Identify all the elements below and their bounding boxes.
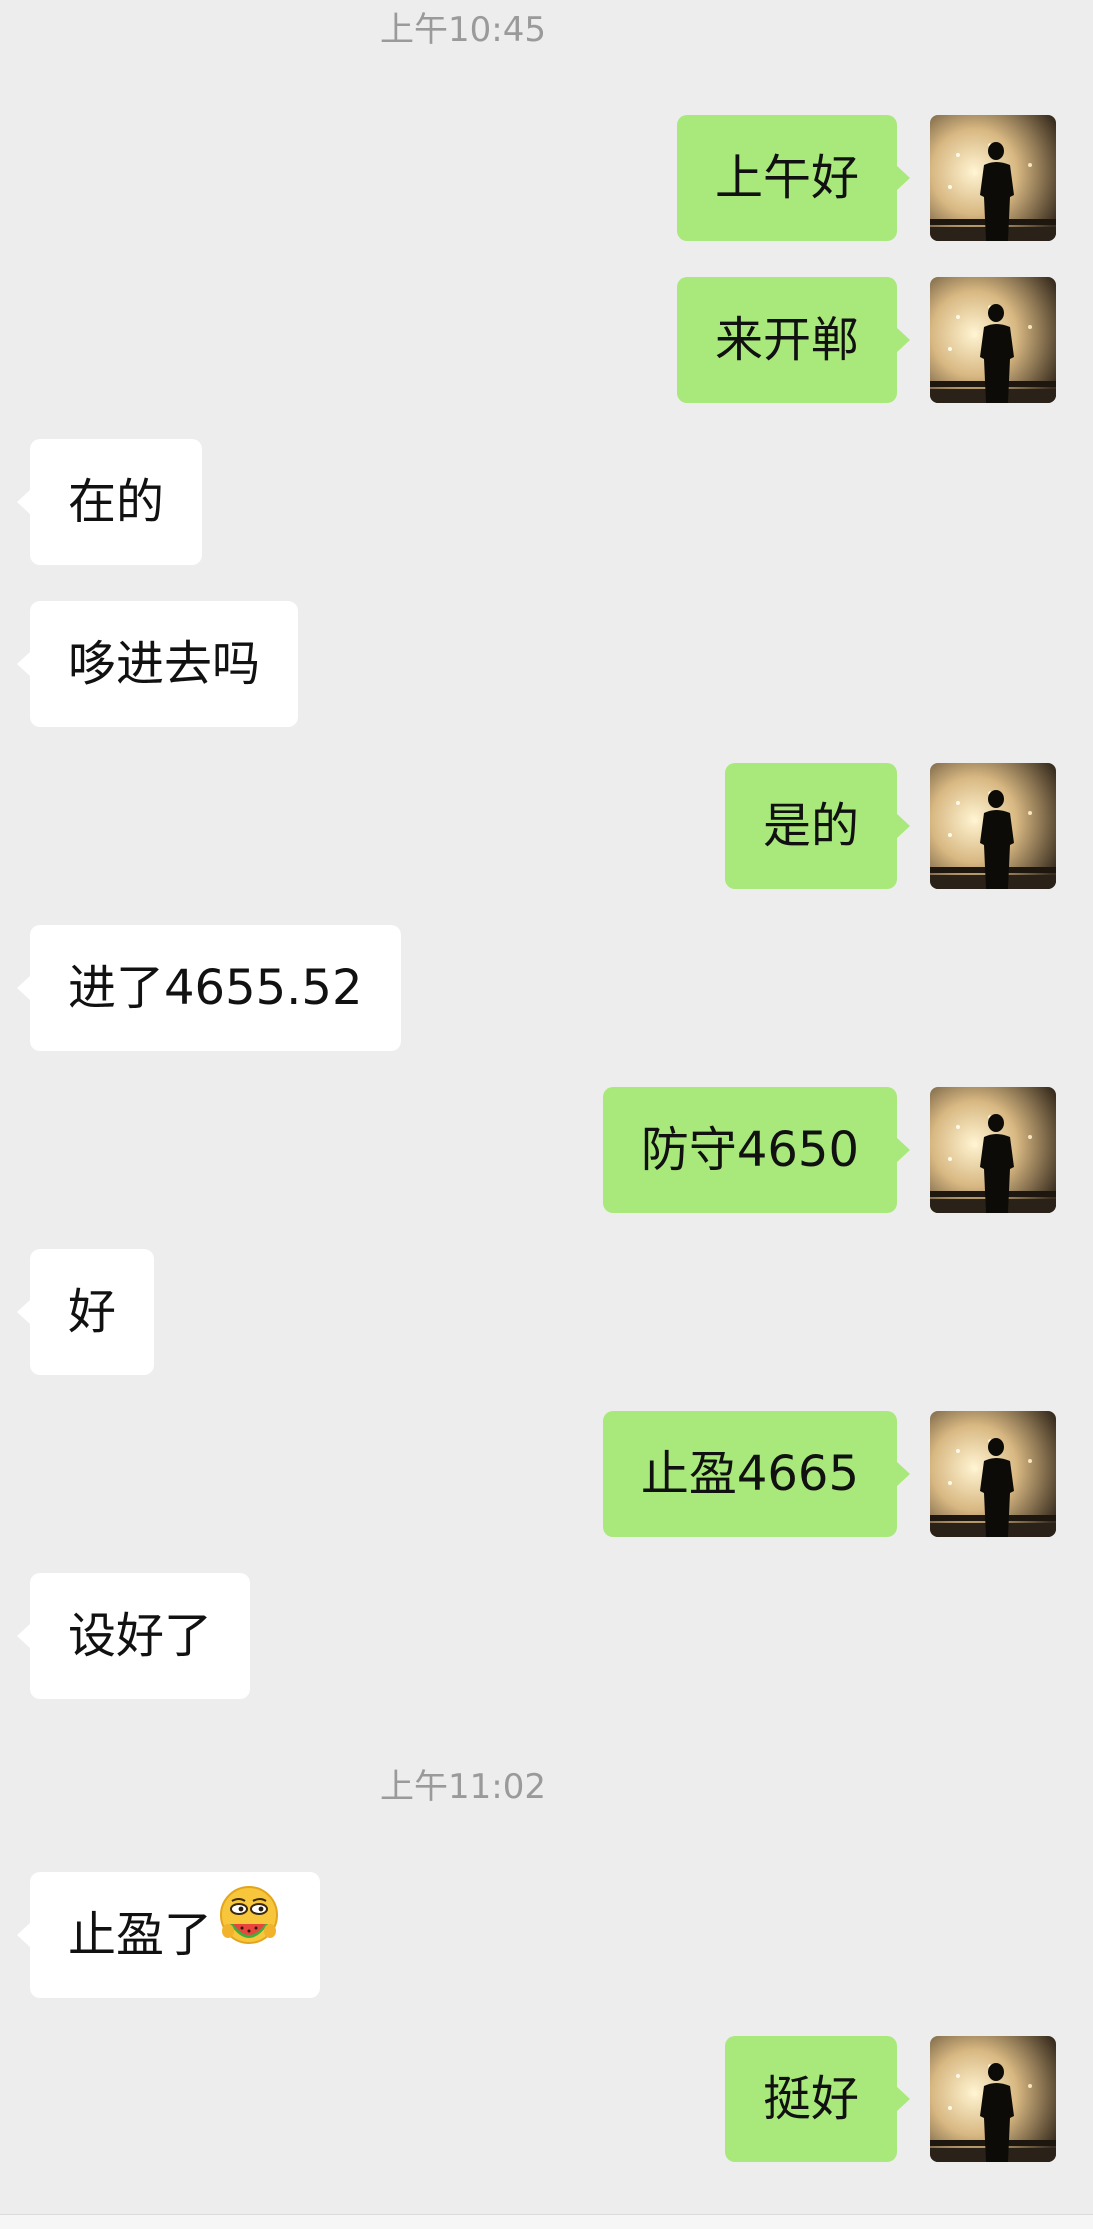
input-bar-edge: [0, 2214, 1093, 2229]
message-bubble[interactable]: 止盈了: [16, 1871, 321, 1998]
message-incoming: 进了4655.52: [0, 925, 1093, 1051]
message-bubble[interactable]: 进了4655.52: [17, 925, 401, 1051]
message-incoming: 哆进去吗: [0, 601, 1093, 727]
silhouette-avatar-icon[interactable]: [930, 1087, 1056, 1213]
message-outgoing: 防守4650: [0, 1087, 1093, 1213]
message-text: 止盈了: [68, 1907, 213, 1963]
silhouette-avatar-icon[interactable]: [930, 277, 1056, 403]
message-bubble[interactable]: 设好了: [16, 1573, 251, 1699]
message-outgoing: 挺好: [0, 2036, 1093, 2162]
message-bubble[interactable]: 在的: [16, 439, 203, 565]
message-incoming: 设好了: [0, 1573, 1093, 1699]
message-bubble[interactable]: 挺好: [724, 2036, 911, 2162]
chat-area[interactable]: 上午10:45 上午好 来开郸 在的 哆进去吗 是的 进了4655.52 防守4…: [0, 0, 1093, 2229]
message-bubble[interactable]: 上午好: [676, 115, 911, 241]
timestamp: 上午11:02: [380, 1767, 546, 1807]
message-incoming: 止盈了: [0, 1872, 1093, 1998]
silhouette-avatar-icon[interactable]: [930, 115, 1056, 241]
message-bubble[interactable]: 来开郸: [676, 277, 911, 403]
message-outgoing: 是的: [0, 763, 1093, 889]
message-bubble[interactable]: 好: [16, 1249, 155, 1375]
silhouette-avatar-icon[interactable]: [930, 2036, 1056, 2162]
message-outgoing: 上午好: [0, 115, 1093, 241]
message-bubble[interactable]: 是的: [724, 763, 911, 889]
message-outgoing: 来开郸: [0, 277, 1093, 403]
silhouette-avatar-icon[interactable]: [930, 1411, 1056, 1537]
message-bubble[interactable]: 哆进去吗: [16, 601, 299, 727]
silhouette-avatar-icon[interactable]: [930, 763, 1056, 889]
message-incoming: 在的: [0, 439, 1093, 565]
message-outgoing: 止盈4665: [0, 1411, 1093, 1537]
message-bubble[interactable]: 防守4650: [602, 1087, 911, 1213]
message-incoming: 好: [0, 1249, 1093, 1375]
message-bubble[interactable]: 止盈4665: [602, 1411, 911, 1537]
timestamp: 上午10:45: [380, 10, 546, 50]
eating-watermelon-emoji-icon: [216, 1871, 282, 1997]
